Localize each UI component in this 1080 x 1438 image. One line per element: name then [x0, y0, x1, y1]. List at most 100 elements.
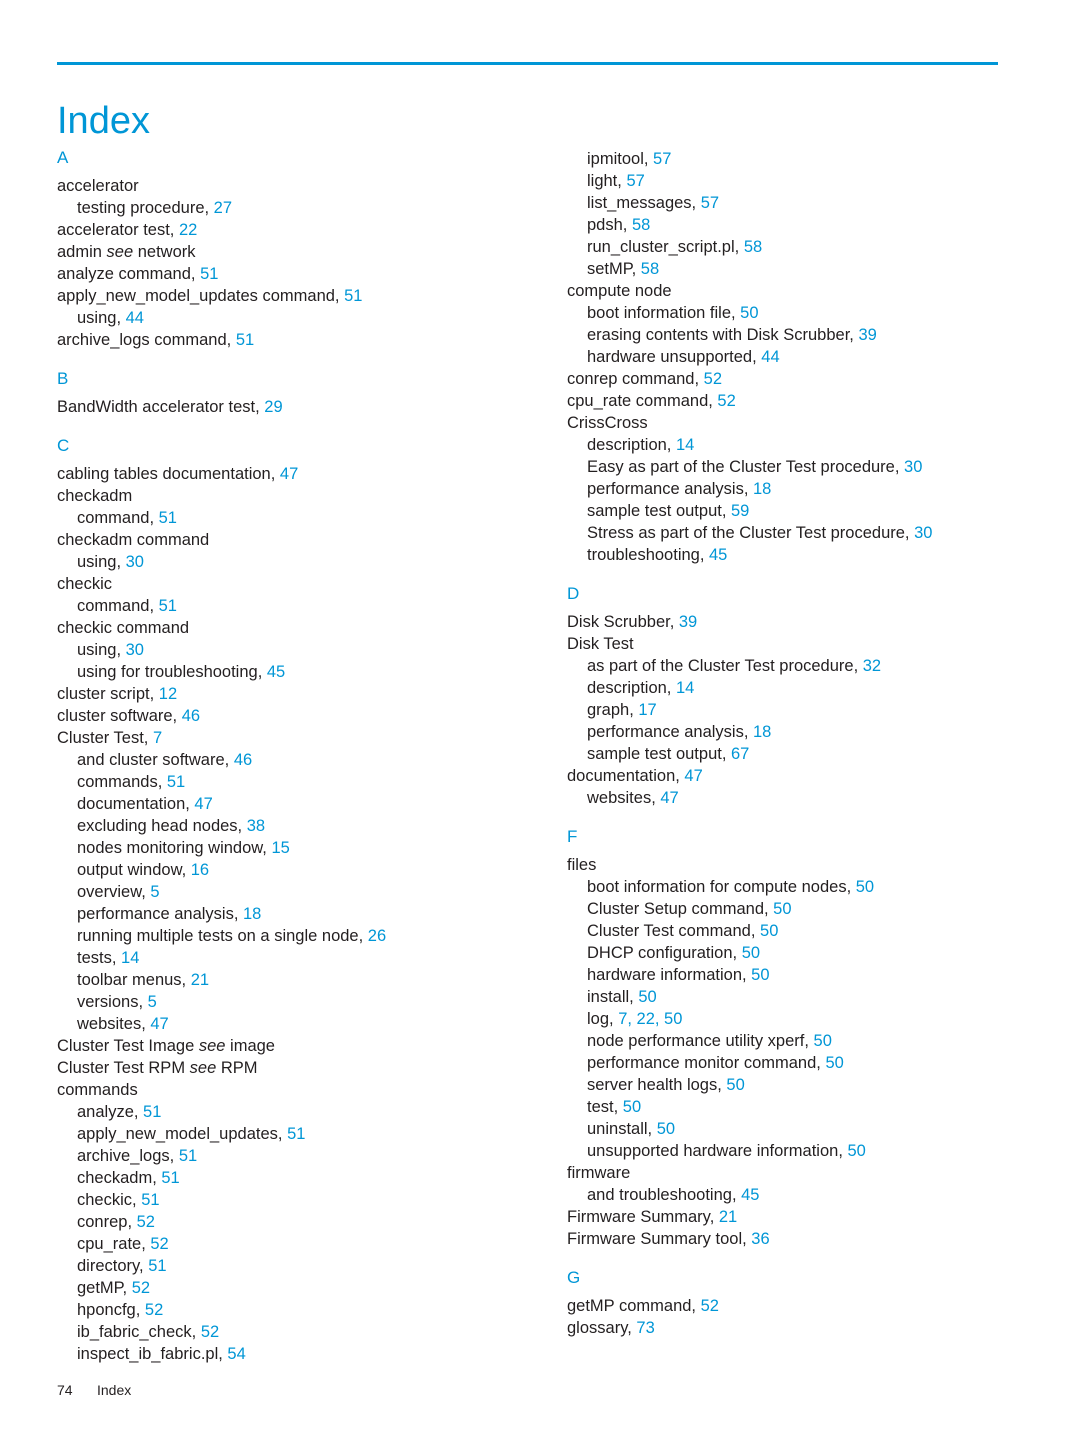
index-page-ref[interactable]: 51 [283, 1125, 305, 1143]
index-page-ref[interactable]: 52 [140, 1301, 163, 1319]
index-entry-text: command, [77, 597, 155, 615]
index-page-ref[interactable]: 29 [260, 398, 282, 416]
page-title: Index [57, 100, 150, 143]
index-page-ref[interactable]: 50 [851, 878, 874, 896]
index-page-ref[interactable]: 21 [714, 1208, 737, 1226]
index-page-ref[interactable]: 51 [144, 1257, 166, 1275]
index-page-ref[interactable]: 50 [821, 1054, 843, 1072]
index-page-ref[interactable]: 32 [858, 657, 881, 675]
index-page-ref[interactable]: 52 [127, 1279, 150, 1297]
index-page-ref[interactable]: 38 [242, 817, 265, 835]
index-page-ref[interactable]: 50 [769, 900, 791, 918]
index-page-ref[interactable]: 30 [910, 524, 932, 542]
index-page-ref[interactable]: 51 [157, 1169, 179, 1187]
index-page-ref[interactable]: 39 [854, 326, 876, 344]
index-page-ref[interactable]: 47 [146, 1015, 168, 1033]
index-page-ref[interactable]: 51 [340, 287, 362, 305]
index-page-ref[interactable]: 51 [174, 1147, 197, 1165]
index-page-ref[interactable]: 17 [634, 701, 656, 719]
index-page-ref[interactable]: 18 [748, 723, 771, 741]
index-page-ref[interactable]: 27 [209, 199, 232, 217]
index-page-ref[interactable]: 51 [196, 265, 218, 283]
index-page-ref[interactable]: 67 [726, 745, 749, 763]
index-entry: checkic, 51 [57, 1189, 507, 1211]
index-page-ref[interactable]: 47 [680, 767, 702, 785]
index-page-ref[interactable]: 52 [699, 370, 722, 388]
index-page-ref[interactable]: 46 [229, 751, 252, 769]
index-page-ref[interactable]: 52 [713, 392, 735, 410]
index-page-ref[interactable]: 50 [618, 1098, 641, 1116]
index-page-ref[interactable]: 39 [674, 613, 697, 631]
index-entry-text: analyze command, [57, 265, 196, 283]
index-page-ref[interactable]: 50 [737, 944, 760, 962]
index-page-ref[interactable]: 57 [622, 172, 644, 190]
index-page-ref[interactable]: 16 [186, 861, 209, 879]
index-page-ref[interactable]: 44 [121, 309, 144, 327]
index-page-ref[interactable]: 30 [121, 553, 144, 571]
index-entry-text: checkadm command [57, 531, 210, 549]
index-page-ref[interactable]: 30 [899, 458, 922, 476]
index-entry: cpu_rate command, 52 [567, 390, 1017, 412]
index-page-ref[interactable]: 22 [174, 221, 197, 239]
index-page-ref[interactable]: 18 [748, 480, 771, 498]
index-page-ref[interactable]: 47 [275, 465, 298, 483]
index-page-ref[interactable]: 45 [737, 1186, 759, 1204]
index-page-ref[interactable]: 26 [363, 927, 386, 945]
index-page-ref[interactable]: 51 [154, 509, 177, 527]
index-page-ref[interactable]: 50 [722, 1076, 744, 1094]
index-page-ref[interactable]: 47 [190, 795, 212, 813]
index-page-ref[interactable]: 45 [262, 663, 285, 681]
index-page-ref[interactable]: 50 [736, 304, 758, 322]
index-entry-text: archive_logs command, [57, 331, 232, 349]
index-entry-text: versions, [77, 993, 144, 1011]
index-entry-text: ib_fabric_check, [77, 1323, 197, 1341]
index-page-ref[interactable]: 50 [652, 1120, 675, 1138]
index-page-ref[interactable]: 30 [121, 641, 144, 659]
index-entry-text: cabling tables documentation, [57, 465, 276, 483]
index-page-ref[interactable]: 5 [143, 993, 157, 1011]
index-page-ref[interactable]: 51 [231, 331, 254, 349]
index-page-ref[interactable]: 44 [757, 348, 779, 366]
index-page-ref[interactable]: 7 [148, 729, 162, 747]
index-page-ref[interactable]: 47 [656, 789, 678, 807]
index-page-ref[interactable]: 52 [132, 1213, 155, 1231]
index-page-ref[interactable]: 52 [696, 1297, 719, 1315]
index-entry-text: DHCP configuration, [587, 944, 738, 962]
index-page-ref[interactable]: 51 [138, 1103, 161, 1121]
index-page-ref[interactable]: 14 [671, 436, 694, 454]
index-page-ref[interactable]: 7, 22, 50 [614, 1010, 682, 1028]
index-page-ref[interactable]: 21 [186, 971, 209, 989]
index-entry-text: command, [77, 509, 155, 527]
index-page-ref[interactable]: 36 [747, 1230, 769, 1248]
index-entry: performance monitor command, 50 [567, 1052, 1017, 1074]
index-page-ref[interactable]: 46 [177, 707, 200, 725]
index-page-ref[interactable]: 57 [648, 150, 671, 168]
index-entry-text: cpu_rate, [77, 1235, 146, 1253]
index-page-ref[interactable]: 58 [627, 216, 650, 234]
index-page-ref[interactable]: 51 [162, 773, 185, 791]
index-page-ref[interactable]: 51 [154, 597, 177, 615]
index-page-ref[interactable]: 12 [154, 685, 177, 703]
index-page-ref[interactable]: 15 [267, 839, 289, 857]
index-page-ref[interactable]: 52 [196, 1323, 219, 1341]
index-page-ref[interactable]: 58 [636, 260, 659, 278]
index-page-ref[interactable]: 52 [146, 1235, 168, 1253]
index-page-ref[interactable]: 54 [223, 1345, 245, 1363]
index-page-ref[interactable]: 50 [809, 1032, 832, 1050]
index-page-ref[interactable]: 45 [704, 546, 727, 564]
index-page-ref[interactable]: 18 [238, 905, 261, 923]
index-page-ref[interactable]: 50 [755, 922, 778, 940]
index-page-ref[interactable]: 58 [739, 238, 762, 256]
index-page-ref[interactable]: 73 [632, 1319, 654, 1337]
index-page-ref[interactable]: 14 [116, 949, 139, 967]
index-page-ref[interactable]: 50 [634, 988, 656, 1006]
index-page-ref[interactable]: 51 [137, 1191, 159, 1209]
index-page-ref[interactable]: 59 [726, 502, 749, 520]
index-entry: toolbar menus, 21 [57, 969, 507, 991]
index-page-ref[interactable]: 5 [146, 883, 159, 901]
index-page-ref[interactable]: 14 [671, 679, 694, 697]
index-page-ref[interactable]: 57 [696, 194, 719, 212]
index-entry: accelerator test, 22 [57, 219, 507, 241]
index-page-ref[interactable]: 50 [747, 966, 769, 984]
index-page-ref[interactable]: 50 [843, 1142, 865, 1160]
